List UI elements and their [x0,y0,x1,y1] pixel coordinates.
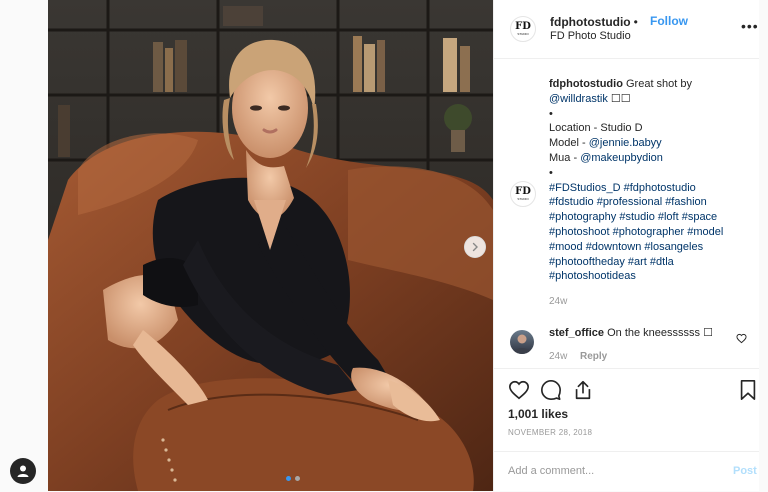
carousel-dot-active [286,476,291,481]
caption-intro: Great shot by [625,78,693,90]
profile-full-name: FD Photo Studio [550,30,631,42]
caption-timestamp[interactable]: 24w [549,296,567,307]
caption-line-2: @willdrastik ☐☐ [549,92,749,107]
comment-username[interactable]: stef_office [549,327,604,339]
mention-mua[interactable]: @makeupbydion [580,152,663,164]
logo-text: FD [515,186,531,197]
mua-prefix: Mua - [549,151,581,164]
hashtag-link[interactable]: #photooftheday #art #dtla [549,256,674,268]
caption-username[interactable]: fdphotostudio [549,78,623,90]
profile-avatar[interactable]: FD STUDIO [510,16,536,42]
caption-avatar[interactable]: FD STUDIO [510,181,536,207]
hashtag-link[interactable]: #mood #downtown #losangeles [549,241,703,253]
hashtag-line: #fdstudio #professional #fashion [549,195,749,210]
carousel-dots [286,476,300,481]
caption-line-1: fdphotostudio Great shot by [549,77,749,92]
caption-location: Location - Studio D [549,122,643,135]
hashtag-link[interactable]: #photoshoot #photographer #model [549,226,723,238]
comment-text: On the kneessssss ☐ [607,327,713,339]
hashtag-link[interactable]: #photography #studio #loft #space [549,211,717,223]
mention-photographer[interactable]: @willdrastik [549,93,608,105]
comment-like-icon[interactable] [736,331,747,349]
carousel-dot [295,476,300,481]
hashtag-line: #mood #downtown #losangeles [549,240,749,255]
mention-model[interactable]: @jennie.babyy [589,137,662,149]
left-rail [0,0,48,491]
caption-mua: Mua - @makeupbydion [549,151,749,166]
reply-button[interactable]: Reply [580,351,607,362]
hashtag-line: #photooftheday #art #dtla [549,255,749,270]
add-comment-bar: Post [494,451,759,492]
comment-timestamp[interactable]: 24w [549,351,567,362]
post-side-panel: FD STUDIO fdphotostudio • Follow FD Photo… [493,0,759,491]
hashtag-line: #photoshootideas [549,269,749,284]
bookmark-icon[interactable] [738,379,758,406]
model-prefix: Model - [549,137,589,150]
comment-icon[interactable] [540,379,562,406]
logo-subtext: STUDIO [517,32,529,36]
caption-bullet: • [549,107,553,120]
header-username[interactable]: fdphotostudio • [550,15,641,29]
actions-divider [494,368,759,369]
chevron-right-icon[interactable] [464,236,486,258]
hashtag-link[interactable]: #photoshootideas [549,270,636,282]
post-header: FD STUDIO fdphotostudio • Follow FD Photo… [494,0,759,59]
caption-emoji: ☐☐ [610,92,631,105]
heart-icon[interactable] [508,379,530,406]
user-icon[interactable] [10,458,36,484]
hashtag-line: #photography #studio #loft #space [549,210,749,225]
caption-model: Model - @jennie.babyy [549,136,749,151]
post-caption: fdphotostudio Great shot by @willdrastik… [549,77,749,284]
hashtag-line: #FDStudios_D #fdphotostudio [549,181,749,196]
logo-text: FD [515,21,531,32]
comment-input[interactable] [508,465,708,477]
username-text[interactable]: fdphotostudio [550,15,631,29]
post-photo[interactable] [48,0,493,491]
more-icon[interactable]: ••• [741,18,759,34]
hashtag-link[interactable]: #FDStudios_D #fdphotostudio [549,182,696,194]
follow-button[interactable]: Follow [650,14,688,28]
hashtag-line: #photoshoot #photographer #model [549,225,749,240]
post-date: NOVEMBER 28, 2018 [508,428,593,437]
logo-subtext: STUDIO [517,197,529,201]
right-rail [758,0,768,491]
comment-item: stef_office On the kneessssss ☐ [549,326,713,339]
separator-dot: • [633,15,638,29]
commenter-avatar[interactable] [510,330,534,354]
share-icon[interactable] [572,379,594,406]
hashtag-link[interactable]: #fdstudio #professional #fashion [549,196,707,208]
likes-count[interactable]: 1,001 likes [508,407,568,421]
caption-bullet-2: • [549,166,553,179]
post-button[interactable]: Post [733,465,757,477]
